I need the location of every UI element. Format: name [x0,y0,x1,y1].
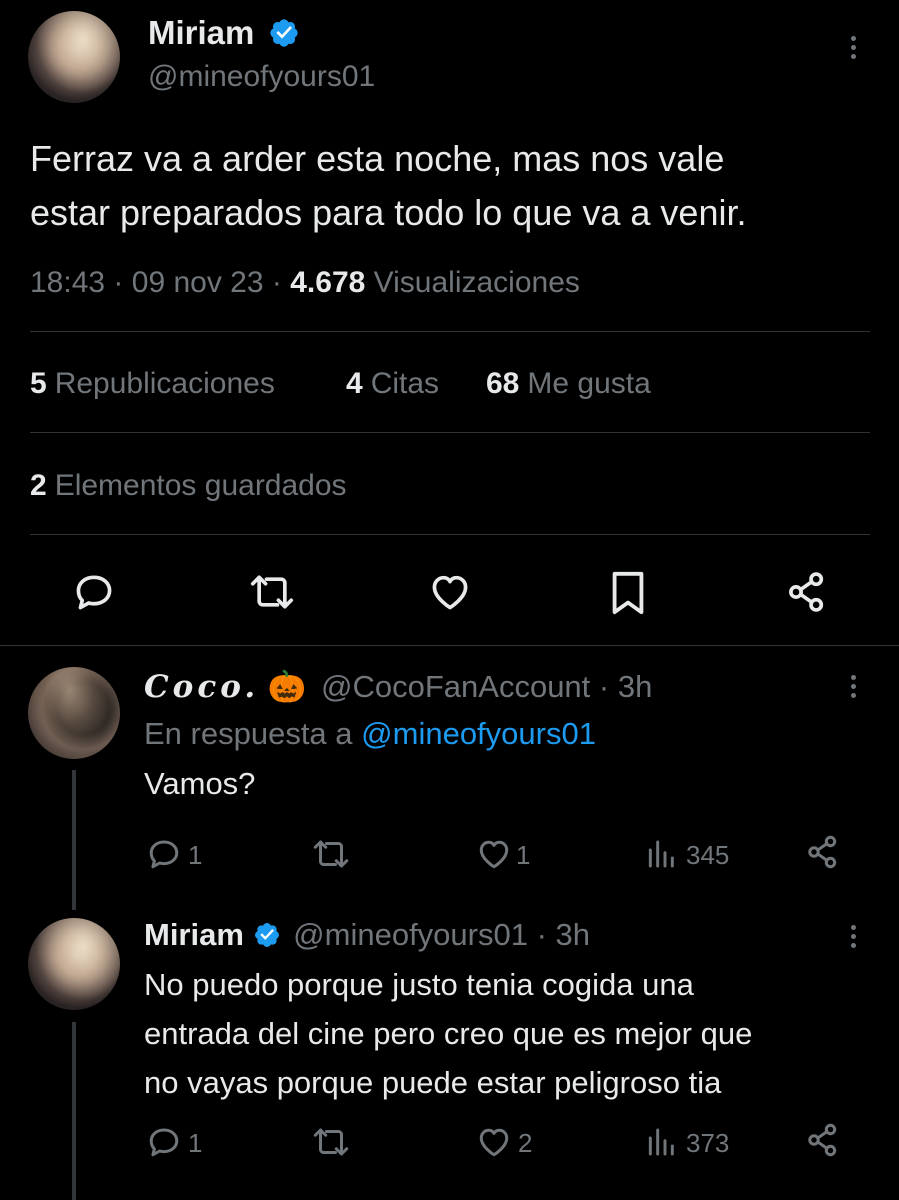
like-count: 2 [518,1128,533,1158]
views-icon[interactable] [644,838,678,870]
divider [30,331,870,332]
repost-icon[interactable] [311,836,351,872]
reposts-count: 5 [30,367,47,400]
verified-icon [269,19,298,47]
author-name[interactable]: Miriam [148,14,300,52]
views-count: 4.678 [290,266,366,299]
reply-text: No puedo porque justo tenia cogida una e… [144,960,752,1107]
pumpkin-emoji: 🎃 [267,669,307,704]
reply-text-line: No puedo porque justo tenia cogida una [144,967,694,1002]
quotes-label: Citas [370,367,440,400]
reply-count: 1 [188,840,203,870]
tweet-text: Ferraz va a arder esta noche, mas nos va… [30,132,746,240]
divider [30,432,870,433]
thread-line [72,770,76,910]
reply-prefix: En respuesta a [144,716,353,751]
bookmark-icon[interactable] [608,570,648,616]
divider [30,534,870,535]
divider [0,645,899,646]
tweet-text-line: Ferraz va a arder esta noche, mas nos va… [30,138,725,179]
reply-text-line: entrada del cine pero creo que es mejor … [144,1016,753,1051]
reply-icon[interactable] [146,1124,182,1160]
bookmarks-count: 2 [30,469,47,502]
tweet-date[interactable]: 09 nov 23 [132,266,264,299]
reply-avatar[interactable] [28,918,120,1010]
author-avatar[interactable] [28,11,120,103]
reply-mention[interactable]: @mineofyours01 [361,716,596,751]
bookmarks-label: Elementos guardados [54,469,347,502]
like-icon[interactable] [475,1124,513,1160]
repost-icon[interactable] [248,570,296,614]
share-icon[interactable] [805,834,841,870]
verified-icon [254,922,279,947]
views-label: Visualizaciones [373,266,580,299]
like-icon[interactable] [475,836,513,872]
reply-count: 1 [188,1128,203,1158]
likes-count: 68 [486,367,520,400]
tweet-meta: 18:43 · 09 nov 23 · 4.678 Visualizacione… [30,266,580,300]
likes-stat[interactable]: 68 Me gusta [486,367,651,401]
views-count: 345 [686,840,730,870]
quotes-count: 4 [346,367,363,400]
reply-author-name[interactable]: Coco. [144,669,259,705]
reply-icon[interactable] [72,570,116,614]
share-icon[interactable] [805,1122,841,1158]
like-icon[interactable] [427,570,473,614]
views-count: 373 [686,1128,730,1158]
more-icon[interactable] [851,36,857,63]
like-count: 1 [516,840,531,870]
reply-avatar[interactable] [28,667,120,759]
tweet-time[interactable]: 18:43 [30,266,105,299]
reposts-stat[interactable]: 5 Republicaciones [30,367,275,401]
more-icon[interactable] [851,675,857,702]
more-icon[interactable] [851,925,857,952]
reply-author-handle[interactable]: @mineofyours01 [293,917,528,952]
thread-line [72,1022,76,1200]
reply-header: Coco. 🎃 @CocoFanAccount · 3h [144,668,652,705]
repost-icon[interactable] [311,1124,351,1160]
tweet-text-line: estar preparados para todo lo que va a v… [30,192,747,233]
quotes-stat[interactable]: 4 Citas [346,367,439,401]
reply-text-line: no vayas porque puede estar peligroso ti… [144,1065,722,1100]
author-handle[interactable]: @mineofyours01 [148,60,375,94]
bookmarks-stat[interactable]: 2 Elementos guardados [30,469,347,503]
reply-author-handle[interactable]: @CocoFanAccount [321,669,590,704]
meta-separator: · [271,266,282,299]
reposts-label: Republicaciones [54,367,275,400]
likes-label: Me gusta [527,367,651,400]
reply-header: Miriam @mineofyours01 · 3h [144,917,590,953]
author-name-text[interactable]: Miriam [148,14,254,51]
views-icon[interactable] [644,1126,678,1158]
share-icon[interactable] [785,570,829,614]
reply-context: En respuesta a @mineofyours01 [144,716,596,752]
reply-time[interactable]: · 3h [599,669,652,704]
reply-time[interactable]: · 3h [537,917,590,952]
meta-separator: · [113,266,124,299]
reply-author-name[interactable]: Miriam [144,917,244,952]
reply-text: Vamos? [144,766,256,801]
reply-icon[interactable] [146,836,182,872]
